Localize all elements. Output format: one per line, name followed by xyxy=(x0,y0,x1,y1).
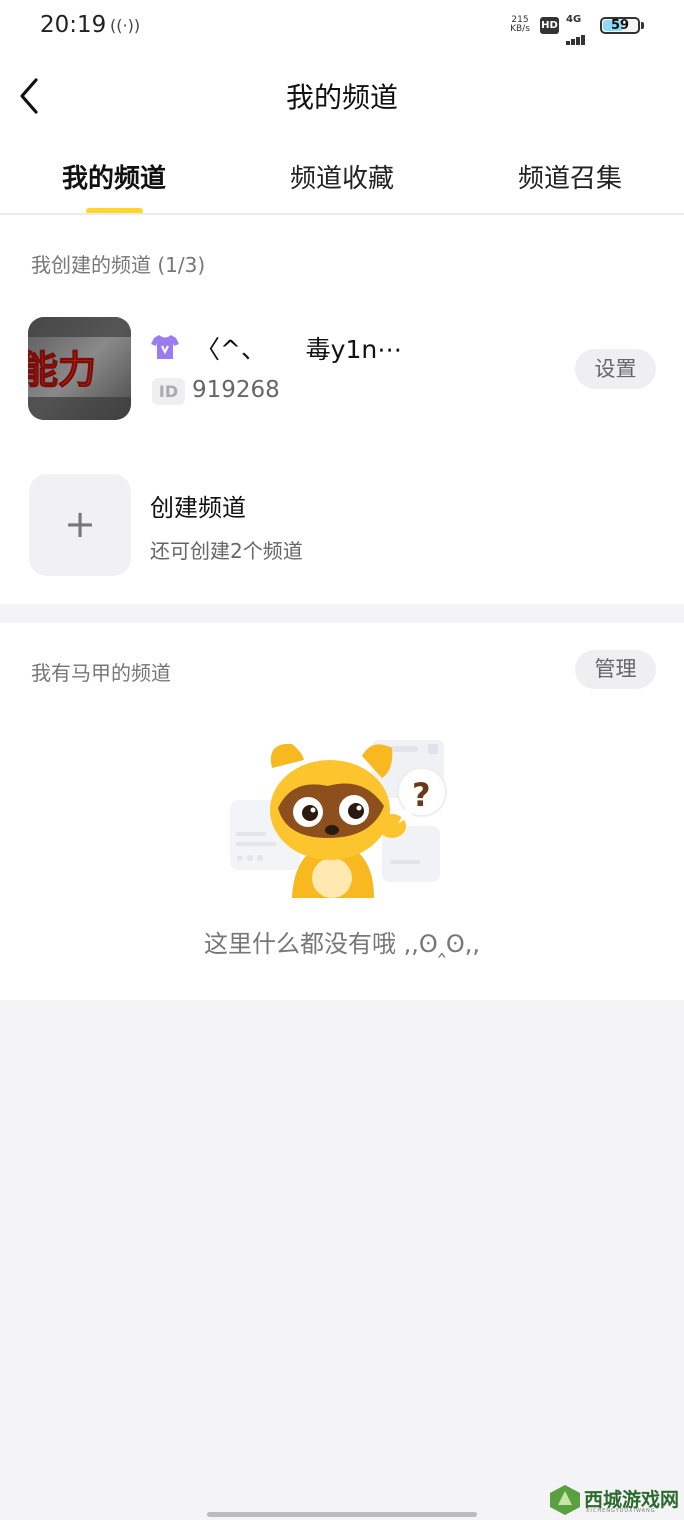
empty-mascot-illustration: ? xyxy=(222,730,452,898)
network-speed: 215 KB/s xyxy=(508,16,532,34)
tab-channel-favorites[interactable]: 频道收藏 xyxy=(242,158,442,195)
watermark-logo: 西城游戏网 XICHENGYOUXIWANG xyxy=(548,1481,684,1520)
tab-channel-recruit[interactable]: 频道召集 xyxy=(470,158,670,195)
network-type: 4G xyxy=(566,14,582,25)
alt-channels-title: 我有马甲的频道 xyxy=(31,661,171,685)
id-badge: ID xyxy=(152,378,185,405)
plus-icon: + xyxy=(64,502,96,546)
tab-my-channels[interactable]: 我的频道 xyxy=(14,158,214,195)
watermark-subtext: XICHENGYOUXIWANG xyxy=(586,1508,656,1514)
svg-text:?: ? xyxy=(412,776,431,814)
settings-button[interactable]: 设置 xyxy=(575,349,656,389)
create-channel-button[interactable]: + xyxy=(29,474,131,576)
hd-icon: HD xyxy=(540,17,559,34)
channel-name[interactable]: 〈^、 毒y1n⋯ xyxy=(195,330,402,366)
page-title: 我的频道 xyxy=(285,81,398,114)
home-indicator[interactable] xyxy=(207,1512,477,1517)
speed-unit: KB/s xyxy=(510,24,530,34)
battery-tip xyxy=(641,22,644,29)
channel-avatar[interactable]: 能力 xyxy=(28,317,131,420)
battery-level: 59 xyxy=(610,18,630,33)
hotspot-icon: ((·)) xyxy=(110,16,141,35)
manage-button[interactable]: 管理 xyxy=(575,650,656,689)
vip-shirt-icon xyxy=(150,333,180,361)
channel-id: 919268 xyxy=(192,377,280,403)
empty-state-text: 这里什么都没有哦 ,,ʘ‸ʘ,, xyxy=(203,930,481,958)
signal-icon xyxy=(566,26,586,45)
create-channel-subtitle: 还可创建2个频道 xyxy=(150,539,303,563)
channel-avatar-image: 能力 xyxy=(28,317,131,420)
avatar-text: 能力 xyxy=(28,348,96,392)
created-channels-title: 我创建的频道 (1/3) xyxy=(31,253,206,277)
watermark-icon xyxy=(550,1485,580,1515)
create-channel-title[interactable]: 创建频道 xyxy=(150,488,246,523)
battery-icon: 59 xyxy=(600,17,640,34)
status-time: 20:19 xyxy=(40,12,107,38)
